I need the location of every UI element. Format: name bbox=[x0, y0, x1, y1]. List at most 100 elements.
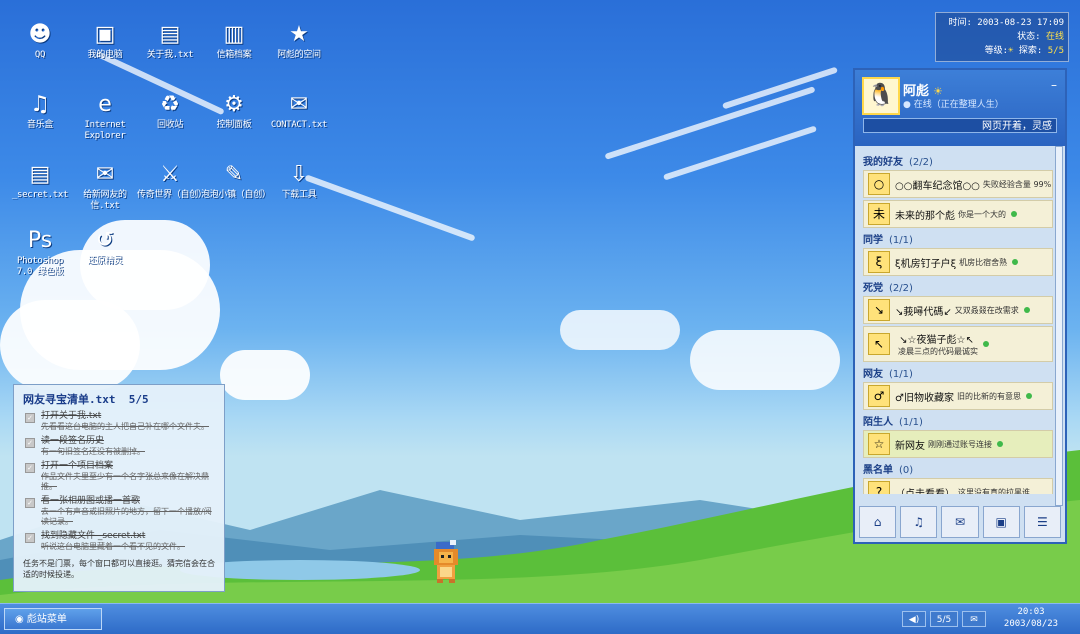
desktop-icon-bubble-town[interactable]: ✎ 泡泡小镇（自创） bbox=[201, 160, 271, 201]
state-value: 在线 bbox=[1045, 32, 1064, 42]
tray-progress[interactable]: 5/5 bbox=[930, 611, 958, 627]
friend-signature: 凌晨三点的代码最诚实 bbox=[898, 347, 978, 356]
group-name: 网友 bbox=[863, 369, 883, 380]
pixel-pet-lion[interactable] bbox=[428, 540, 464, 584]
desktop-icon-ie[interactable]: e Internet Explorer bbox=[72, 90, 138, 142]
bubble-icon: ✎ bbox=[224, 162, 244, 187]
letter-icon: ✉ bbox=[95, 162, 115, 187]
online-status[interactable]: ● 在线（正在整理人生） bbox=[903, 97, 1004, 110]
friend-item[interactable]: ? （点击看看） 这里没有真的拉黑谁 bbox=[863, 478, 1053, 494]
task-checkbox[interactable]: ✓ bbox=[25, 498, 35, 508]
friend-item[interactable]: ☆ 新网友 刚刚通过账号连接 bbox=[863, 430, 1053, 458]
task-title: 打开一个项目档案 bbox=[41, 461, 114, 471]
friend-item[interactable]: 未未来的那个彪 你是一个大的 bbox=[863, 200, 1053, 228]
desktop-icon-legend[interactable]: ⚔ 传奇世界（自创） bbox=[137, 160, 207, 201]
friend-group-header[interactable]: 同学 (1/1) bbox=[863, 231, 1049, 246]
taskbar-clock[interactable]: 20:03 2003/08/23 bbox=[986, 606, 1076, 632]
desktop-icon-label: 泡泡小镇（自创） bbox=[201, 190, 271, 200]
desktop-icon-music[interactable]: ♫ 音乐盒 bbox=[7, 90, 73, 131]
task-description: 有一句旧签名还没有被删掉。 bbox=[41, 447, 145, 456]
online-dot bbox=[983, 341, 989, 347]
minimize-button[interactable]: – bbox=[1051, 78, 1057, 92]
friend-signature: 这里没有真的拉黑谁 bbox=[958, 487, 1030, 495]
friend-group-header[interactable]: 陌生人 (1/1) bbox=[863, 413, 1049, 428]
clock-date: 2003/08/23 bbox=[1003, 619, 1059, 629]
task-checkbox[interactable]: ✓ bbox=[25, 533, 35, 543]
desktop-icon-label: 还原精灵 bbox=[87, 256, 123, 266]
task-item[interactable]: ✓ 看一张相册图或播一首歌 去一个有声音或旧照片的地方，留下一个播放/阅读记录。 bbox=[23, 496, 215, 527]
desktop-icon-my-computer[interactable]: ▣ 我的电脑 bbox=[72, 20, 138, 61]
scrollbar-thumb[interactable] bbox=[1055, 146, 1063, 506]
task-description: 听说这台电脑里藏着一个看不见的文件。 bbox=[41, 542, 185, 551]
home-button[interactable]: ⌂ bbox=[859, 506, 897, 538]
task-checkbox[interactable]: ✓ bbox=[25, 463, 35, 473]
desktop-icon-label: 关于我.txt bbox=[146, 50, 194, 60]
desktop-icon-letter[interactable]: ✉ 给新网友的信.txt bbox=[72, 160, 138, 212]
desktop-icon-photoshop[interactable]: Ps Photoshop 7.0 绿色版 bbox=[7, 226, 73, 278]
taskbar: ◉ 彪站菜单 ◀) 5/5 ✉ 20:03 2003/08/23 bbox=[0, 603, 1080, 634]
mail-icon: ✉ bbox=[970, 615, 978, 625]
level-row: 等级:☀ 探索: 5/5 bbox=[940, 44, 1064, 58]
task-description: 去一个有声音或旧照片的地方，留下一个播放/阅读记录。 bbox=[41, 507, 212, 526]
friend-avatar-icon: ○ bbox=[868, 173, 890, 195]
start-icon: ◉ bbox=[15, 614, 24, 625]
desktop-icon-about-me[interactable]: ▤ 关于我.txt bbox=[137, 20, 203, 61]
tray-mail[interactable]: ✉ bbox=[962, 611, 986, 627]
task-checkbox[interactable]: ✓ bbox=[25, 413, 35, 423]
task-checkbox[interactable]: ✓ bbox=[25, 438, 35, 448]
avatar[interactable]: 🐧 bbox=[862, 77, 900, 115]
friend-item[interactable]: ξ ξ机房钉子户ξ 机房比宿舍熟 bbox=[863, 248, 1053, 276]
task-item[interactable]: ✓ 打开一个项目档案 作品文件夫里至少有一个名字张总来像在解决鼎推。 bbox=[23, 461, 215, 492]
task-item[interactable]: ✓ 读一段签名历史 有一句旧签名还没有被删掉。 bbox=[23, 436, 215, 457]
group-name: 陌生人 bbox=[863, 417, 893, 428]
desktop-icon-qq[interactable]: ☻ QQ bbox=[7, 20, 73, 61]
friend-avatar-icon: ↖ bbox=[868, 333, 890, 355]
window-button[interactable]: ▣ bbox=[982, 506, 1020, 538]
friend-name: 未来的那个彪 bbox=[895, 210, 955, 222]
desktop-icon-label: CONTACT.txt bbox=[270, 120, 328, 130]
friend-item[interactable]: ↘ ↘莪噚代碼↙ 又双叒叕在改需求 bbox=[863, 296, 1053, 324]
friend-name: ξ机房钉子户ξ bbox=[895, 258, 957, 270]
status-box: 时间: 2003-08-23 17:09 状态: 在线 等级:☀ 探索: 5/5 bbox=[935, 12, 1069, 62]
time-row: 时间: 2003-08-23 17:09 bbox=[940, 16, 1064, 30]
task-item[interactable]: ✓ 打开关于我.txt 先看看这台电脑的主人把自己补在哪个文件夫。 bbox=[23, 411, 215, 432]
treasure-hunt-window[interactable]: 网友寻宝清单.txt 5/5 ✓ 打开关于我.txt 先看看这台电脑的主人把自己补在… bbox=[13, 384, 225, 592]
task-list: ✓ 打开关于我.txt 先看看这台电脑的主人把自己补在哪个文件夫。 ✓ 读一段签名历史有… bbox=[23, 411, 215, 552]
tray-volume[interactable]: ◀) bbox=[902, 611, 926, 627]
friend-group-header[interactable]: 黑名单 (0) bbox=[863, 461, 1049, 476]
desktop-icon-label: 传奇世界（自创） bbox=[137, 190, 207, 200]
desktop-icon-download[interactable]: ⇩ 下载工具 bbox=[266, 160, 332, 201]
qq-bottom-toolbar: ⌂ ♫ ✉ ▣ ☰ bbox=[859, 506, 1062, 538]
friend-signature: 失败经验含量 99% bbox=[982, 179, 1052, 189]
friend-group-header[interactable]: 死党 (2/2) bbox=[863, 279, 1049, 294]
music-button[interactable]: ♫ bbox=[900, 506, 938, 538]
friend-item[interactable]: ○ ○○翻车纪念馆○○ 失败经验含量 99% bbox=[863, 170, 1053, 198]
friend-item[interactable]: ♂ ♂旧物收藏家 旧的比新的有意思 bbox=[863, 382, 1053, 410]
desktop-icon-contact[interactable]: ✉ CONTACT.txt bbox=[266, 90, 332, 131]
online-dot bbox=[997, 441, 1003, 447]
friend-group-header[interactable]: 我的好友 (2/2) bbox=[863, 153, 1049, 168]
photoshop-icon: Ps bbox=[27, 228, 53, 253]
friend-item[interactable]: ↖ ↘☆夜猫子彪☆↖ 凌晨三点的代码最诚实 bbox=[863, 326, 1053, 362]
desktop-icon-restore[interactable]: ↺ 还原精灵 bbox=[72, 226, 138, 267]
sun-icon: ☀ bbox=[1008, 46, 1014, 56]
sword-icon: ⚔ bbox=[160, 162, 180, 187]
desktop-icon-space[interactable]: ★ 阿彪的空间 bbox=[266, 20, 332, 61]
desktop-icon-archive[interactable]: ▥ 信箱档案 bbox=[201, 20, 267, 61]
task-item[interactable]: ✓ 找到隐藏文件 _secret.txt 听说这台电脑里藏着一个看不见的文件。 bbox=[23, 531, 215, 552]
desktop-icon-secret[interactable]: ▤ _secret.txt bbox=[7, 160, 73, 201]
friend-avatar-icon: 未 bbox=[868, 203, 890, 225]
mail-button[interactable]: ✉ bbox=[941, 506, 979, 538]
scrollbar[interactable] bbox=[1055, 146, 1063, 506]
friend-group-header[interactable]: 网友 (1/1) bbox=[863, 365, 1049, 380]
signature-field[interactable]: 网页开着，灵感 bbox=[863, 118, 1057, 133]
start-menu-button[interactable]: ◉ 彪站菜单 bbox=[4, 608, 102, 630]
level-label: 等级: bbox=[984, 46, 1009, 56]
desktop-icon-recycle-bin[interactable]: ♻ 回收站 bbox=[137, 90, 203, 131]
restore-icon: ↺ bbox=[95, 228, 115, 253]
qq-panel: 🐧 阿彪 ☀ ● 在线（正在整理人生） – 网页开着，灵感 我的好友 (2/2) ○ ○… bbox=[853, 68, 1067, 544]
menu-button[interactable]: ☰ bbox=[1023, 506, 1062, 538]
desktop-icon-control-panel[interactable]: ⚙ 控制面板 bbox=[201, 90, 267, 131]
friend-avatar-icon: ↘ bbox=[868, 299, 890, 321]
gear-icon: ⚙ bbox=[224, 92, 244, 117]
